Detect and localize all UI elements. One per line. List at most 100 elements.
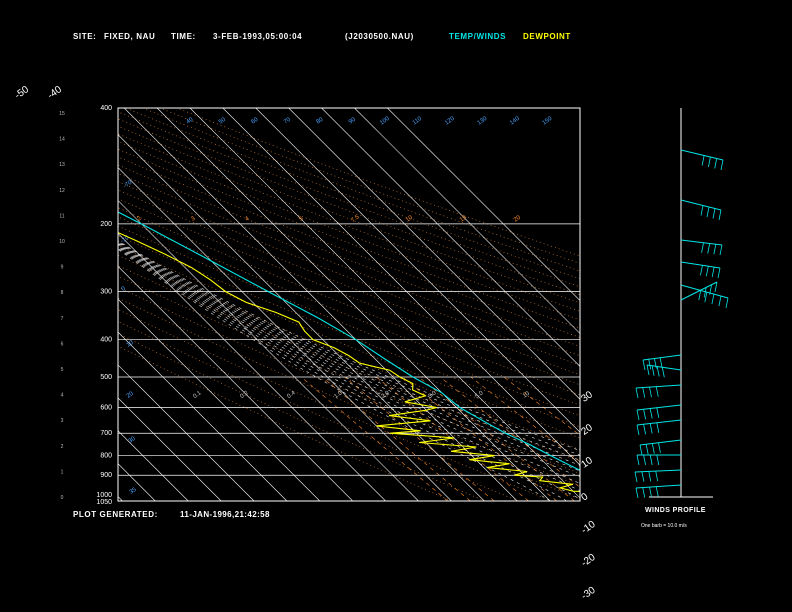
dry-adiabat-line bbox=[118, 164, 580, 347]
wind-barb-feather bbox=[643, 454, 646, 466]
dry-adiabat-line bbox=[118, 125, 580, 304]
pressure-tick-label: 400 bbox=[100, 105, 112, 112]
wind-barb-feather bbox=[659, 357, 663, 368]
right-temp-label: -20 bbox=[579, 552, 598, 570]
isotherm-line bbox=[0, 108, 57, 501]
time-label: TIME: bbox=[171, 32, 196, 41]
dry-adiabat-line bbox=[118, 275, 580, 474]
wind-barb-feather bbox=[713, 244, 717, 255]
wind-barb-feather bbox=[656, 366, 660, 377]
pressure-tick-label: 500 bbox=[100, 374, 112, 381]
right-temp-label: 0 bbox=[579, 491, 590, 503]
height-tick-label: 7 bbox=[61, 316, 64, 322]
dry-adiabat-line bbox=[118, 111, 580, 288]
left-edge-label: 20 bbox=[126, 391, 135, 400]
right-temp-label: -30 bbox=[579, 585, 598, 603]
wind-barb-feather bbox=[701, 242, 704, 253]
moist-adiabat-line bbox=[118, 240, 580, 451]
pressure-tick-label: 1050 bbox=[96, 499, 112, 506]
wind-barb-feather bbox=[656, 407, 660, 418]
mixing-ratio-label: 10 bbox=[405, 214, 414, 223]
wind-barb-feather bbox=[698, 290, 702, 301]
wind-barb-feather bbox=[642, 359, 646, 371]
wind-barb-feather bbox=[655, 486, 659, 497]
moist-adiabat-line bbox=[118, 244, 580, 478]
low-mixing-label: 0.1 bbox=[192, 390, 203, 400]
height-tick-label: 13 bbox=[59, 162, 65, 168]
wind-barb-feather bbox=[636, 409, 640, 421]
wind-barb-feather bbox=[707, 243, 711, 254]
low-mixing-label: 1.0 bbox=[333, 390, 344, 400]
dry-adiabat-line bbox=[118, 265, 580, 462]
winds-profile-panel bbox=[634, 108, 729, 499]
winds-profile-title: WINDS PROFILE bbox=[645, 507, 706, 514]
top-temp-label: -40 bbox=[46, 84, 65, 102]
mixing-ratio-label: 4 bbox=[244, 215, 251, 222]
site-label: SITE: bbox=[73, 32, 97, 41]
wind-barb-feather bbox=[656, 422, 660, 433]
dry-adiabat-line bbox=[118, 207, 580, 396]
moist-adiabat-line bbox=[118, 243, 580, 472]
isotherm-line bbox=[118, 200, 419, 501]
height-tick-label: 4 bbox=[61, 393, 64, 399]
theta-label: 50 bbox=[218, 116, 227, 125]
dry-adiabat-line bbox=[118, 216, 580, 406]
wind-barb-feather bbox=[642, 487, 646, 498]
dry-adiabat-line bbox=[118, 172, 580, 357]
right-temp-label: 10 bbox=[579, 455, 595, 471]
isotherm-line bbox=[288, 108, 580, 400]
pressure-tick-label: 300 bbox=[100, 289, 112, 296]
height-tick-label: 1 bbox=[61, 469, 64, 475]
wind-barb-feather bbox=[711, 267, 715, 278]
dry-adiabat-line bbox=[118, 148, 580, 329]
dry-adiabat-line bbox=[118, 286, 580, 487]
wind-barb-feather bbox=[643, 424, 646, 435]
moist-adiabat-line bbox=[118, 241, 580, 456]
wind-barb-feather bbox=[718, 295, 722, 307]
theta-label: 40 bbox=[185, 116, 194, 125]
dry-adiabat-line bbox=[118, 156, 580, 338]
height-tick-label: 0 bbox=[61, 495, 64, 501]
wind-barb-feather bbox=[635, 387, 639, 399]
wind-barb-feather bbox=[717, 267, 721, 279]
height-tick-label: 5 bbox=[61, 367, 64, 373]
dry-adiabats bbox=[118, 108, 580, 501]
wind-barb-feather bbox=[701, 155, 705, 166]
height-tick-label: 6 bbox=[61, 341, 64, 347]
theta-label: 110 bbox=[412, 116, 424, 127]
wind-barb-feather bbox=[655, 386, 659, 397]
time-value: 3-FEB-1993,05:00:04 bbox=[213, 32, 303, 41]
wind-barb-feather bbox=[639, 444, 643, 456]
wind-barb-feather bbox=[649, 454, 653, 466]
wind-barb-feather bbox=[708, 156, 711, 168]
top-temp-label: -50 bbox=[13, 84, 32, 102]
isotherm-line bbox=[118, 232, 386, 501]
wind-barb-feather bbox=[636, 424, 640, 436]
wind-barb-feather bbox=[655, 471, 659, 482]
wind-barb-feather bbox=[641, 471, 645, 482]
dry-adiabat-line bbox=[118, 189, 580, 376]
isotherm-line bbox=[156, 108, 551, 501]
wind-barb-feather bbox=[651, 443, 655, 454]
wind-barb-feather bbox=[656, 454, 660, 466]
wind-barb-feather bbox=[635, 487, 639, 499]
wind-barb-feather bbox=[648, 359, 652, 370]
legend-dewpoint: DEWPOINT bbox=[523, 32, 571, 41]
low-mixing-label: 0.4 bbox=[286, 390, 297, 400]
wind-barb-feather bbox=[649, 487, 652, 498]
isotherm-line bbox=[255, 108, 580, 433]
theta-label: 60 bbox=[250, 116, 259, 125]
wind-barb-feather bbox=[643, 409, 646, 420]
mixing-ratio-line bbox=[376, 376, 529, 501]
wind-barb-feather bbox=[651, 365, 655, 376]
low-mixing-label: 2.0 bbox=[380, 390, 391, 400]
right-temp-label: 30 bbox=[579, 389, 595, 405]
wind-barb-feather bbox=[714, 281, 718, 293]
wind-barb-feather bbox=[700, 265, 703, 276]
mixing-ratio-label: 3 bbox=[190, 215, 197, 222]
wind-barb-feather bbox=[700, 205, 704, 216]
winds-profile-note: One barb = 10.0 m/s bbox=[641, 523, 687, 529]
right-temp-label: -10 bbox=[579, 519, 598, 537]
dry-adiabat-line bbox=[118, 140, 580, 321]
wind-barb-feather bbox=[661, 367, 665, 378]
